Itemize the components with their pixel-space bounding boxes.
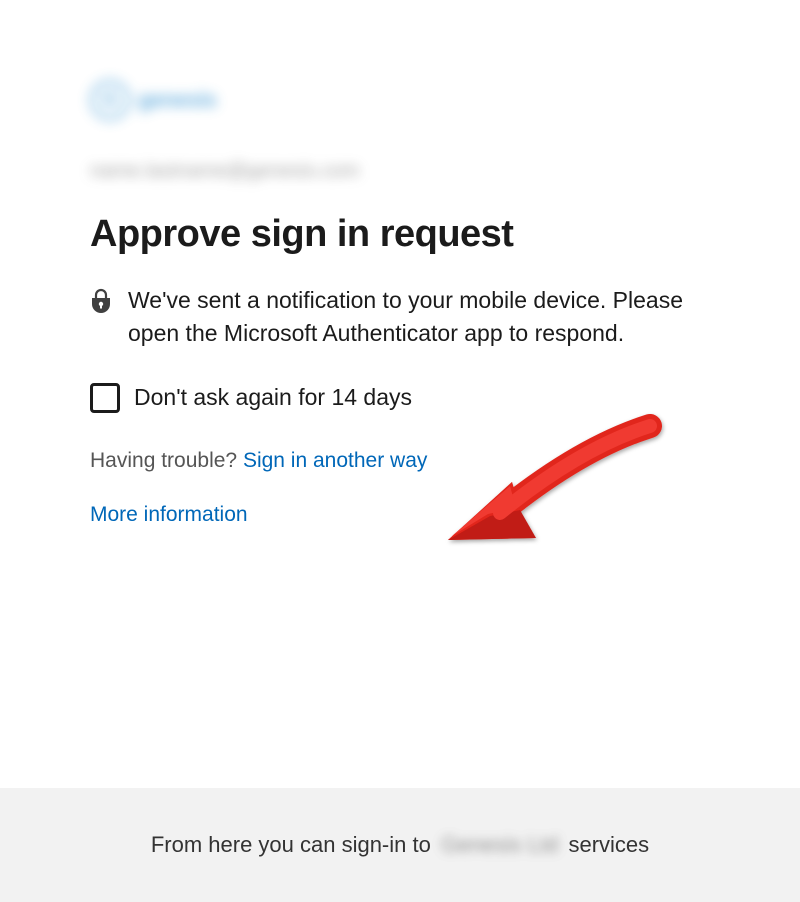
brand-logo: G genesis (90, 80, 710, 120)
lock-icon (90, 288, 112, 321)
remember-label[interactable]: Don't ask again for 14 days (134, 384, 412, 411)
remember-checkbox[interactable] (90, 383, 120, 413)
notification-message: We've sent a notification to your mobile… (128, 284, 710, 351)
logo-text: genesis (138, 87, 216, 113)
notification-message-row: We've sent a notification to your mobile… (90, 284, 710, 351)
footer-prefix: From here you can sign-in to (151, 832, 437, 857)
footer-suffix: services (562, 832, 649, 857)
footer: From here you can sign-in to Genesis Ltd… (0, 788, 800, 902)
remember-row: Don't ask again for 14 days (90, 383, 710, 413)
page-title: Approve sign in request (90, 213, 710, 256)
trouble-prefix: Having trouble? (90, 449, 243, 472)
sign-in-another-way-link[interactable]: Sign in another way (243, 449, 427, 472)
more-information-link[interactable]: More information (90, 503, 248, 526)
logo-mark-icon: G (90, 80, 130, 120)
footer-org-name: Genesis Ltd (437, 832, 562, 858)
signin-card: G genesis name.lastname@genesis.com Appr… (0, 0, 800, 527)
trouble-row: Having trouble? Sign in another way (90, 449, 710, 473)
account-email: name.lastname@genesis.com (90, 160, 710, 183)
